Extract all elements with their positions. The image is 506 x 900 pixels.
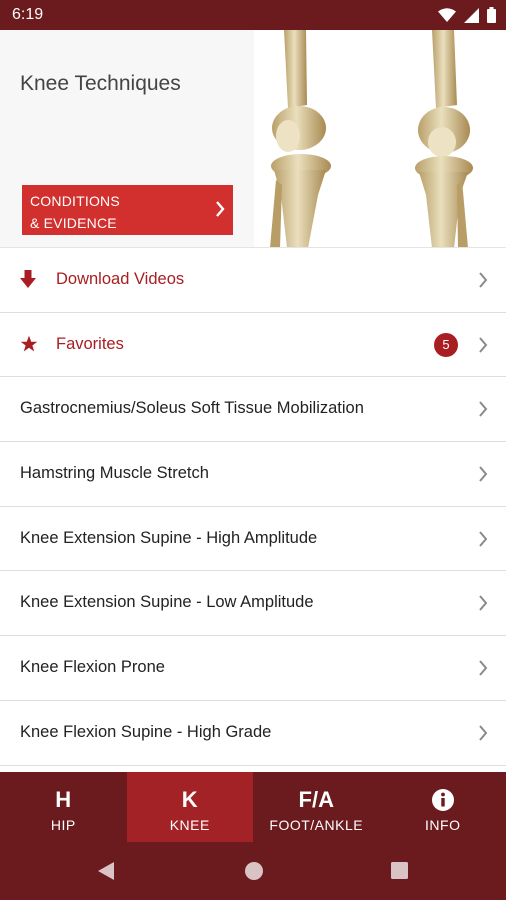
chevron-right-icon bbox=[479, 595, 488, 612]
chevron-right-icon bbox=[479, 660, 488, 676]
knee-skeleton-image bbox=[254, 30, 506, 247]
chevron-right-icon bbox=[479, 401, 488, 418]
chevron-right-icon bbox=[479, 337, 488, 353]
bottom-tab-bar: H HIP K KNEE F/A FOOT/ANKLE INFO bbox=[0, 772, 506, 842]
left-knee-bones bbox=[270, 30, 331, 247]
info-icon bbox=[431, 789, 454, 811]
chevron-right-icon bbox=[479, 531, 488, 547]
list-item-label: Knee Flexion Prone bbox=[20, 658, 165, 677]
star-icon bbox=[20, 335, 38, 352]
status-bar: 6:19 bbox=[0, 0, 506, 30]
tab-info-label: INFO bbox=[425, 817, 461, 833]
hero-banner: Knee Techniques CONDITIONS & EVIDENCE bbox=[0, 30, 506, 248]
list-item[interactable]: Knee Extension Supine - Low Amplitude bbox=[0, 571, 506, 637]
system-nav-bar bbox=[0, 842, 506, 900]
recents-icon[interactable] bbox=[390, 861, 409, 880]
list-item[interactable]: Knee Flexion Supine - High Grade bbox=[0, 700, 506, 766]
page-title: Knee Techniques bbox=[20, 72, 181, 95]
right-knee-bones bbox=[415, 30, 473, 247]
download-videos-row[interactable]: Download Videos bbox=[0, 248, 506, 313]
status-icons bbox=[438, 7, 496, 23]
conditions-evidence-button[interactable]: CONDITIONS & EVIDENCE bbox=[22, 185, 233, 235]
favorites-count-badge: 5 bbox=[434, 332, 458, 357]
tab-hip-abbrev: H bbox=[55, 787, 72, 812]
conditions-label: CONDITIONS bbox=[30, 193, 120, 209]
tab-knee-abbrev: K bbox=[181, 787, 198, 812]
wifi-icon bbox=[438, 8, 456, 22]
list-item[interactable]: Knee Flexion Prone bbox=[0, 636, 506, 701]
list-item-label: Knee Extension Supine - Low Amplitude bbox=[20, 593, 314, 612]
list-item-label: Hamstring Muscle Stretch bbox=[20, 464, 209, 483]
tab-foot-ankle[interactable]: F/A FOOT/ANKLE bbox=[253, 772, 380, 842]
download-videos-label: Download Videos bbox=[56, 270, 185, 288]
tab-knee-label: KNEE bbox=[169, 817, 210, 833]
favorites-row[interactable]: Favorites 5 bbox=[0, 312, 506, 378]
list-item-label: Knee Flexion Supine - High Grade bbox=[20, 722, 272, 741]
tab-info[interactable]: INFO bbox=[380, 772, 506, 842]
status-time: 6:19 bbox=[12, 6, 44, 23]
battery-icon bbox=[487, 7, 496, 23]
tab-hip-label: HIP bbox=[50, 817, 76, 833]
tab-foot-ankle-label: FOOT/ANKLE bbox=[269, 817, 364, 833]
list-item[interactable]: Knee Extension Supine - High Amplitude bbox=[0, 506, 506, 572]
technique-list: Download Videos Favorites 5 Gastrocnemiu… bbox=[0, 248, 506, 766]
favorites-label: Favorites bbox=[56, 334, 124, 353]
chevron-right-icon bbox=[479, 725, 488, 741]
list-item[interactable]: Gastrocnemius/Soleus Soft Tissue Mobiliz… bbox=[0, 377, 506, 443]
list-item-label: Knee Extension Supine - High Amplitude bbox=[20, 528, 318, 547]
tab-foot-ankle-abbrev: F/A bbox=[298, 787, 334, 812]
chevron-right-icon bbox=[479, 466, 488, 482]
tab-hip[interactable]: H HIP bbox=[0, 772, 127, 842]
signal-icon bbox=[464, 7, 479, 23]
chevron-right-icon bbox=[216, 201, 225, 217]
download-arrow-icon bbox=[20, 270, 36, 288]
list-item-label: Gastrocnemius/Soleus Soft Tissue Mobiliz… bbox=[20, 399, 364, 418]
back-icon[interactable] bbox=[96, 861, 116, 881]
chevron-right-icon bbox=[479, 272, 488, 288]
home-icon[interactable] bbox=[244, 861, 264, 881]
tab-knee[interactable]: K KNEE bbox=[126, 772, 253, 842]
list-item[interactable]: Hamstring Muscle Stretch bbox=[0, 442, 506, 507]
evidence-label: & EVIDENCE bbox=[30, 215, 117, 231]
